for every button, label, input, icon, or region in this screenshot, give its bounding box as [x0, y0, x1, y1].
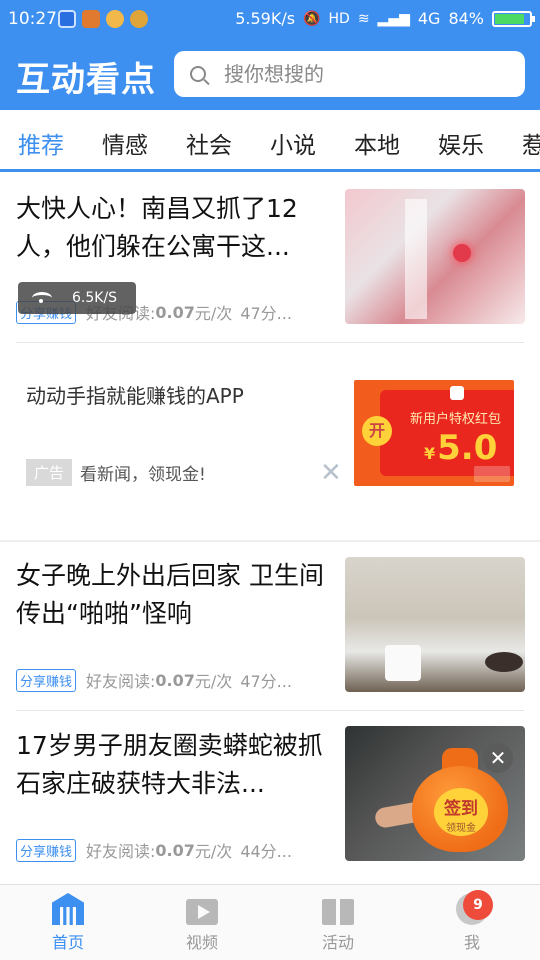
ad-image-headline: 新用户特权红包 [410, 412, 502, 427]
news-title[interactable]: 女子晚上外出后回家 卫生间传出“啪啪”怪响 [16, 557, 328, 633]
network-speed: 5.59K/s [235, 9, 296, 28]
nav-label: 我 [463, 933, 480, 952]
ad-watermark [474, 466, 510, 482]
signal-icon: ▂▄▆ [377, 10, 410, 27]
nav-label: 活动 [321, 933, 354, 952]
wifi-icon: ≋ [357, 10, 370, 27]
coin-notification-icon [130, 10, 148, 28]
tab-novel[interactable]: 小说 [270, 126, 316, 160]
read-unit: 元/次 [194, 672, 233, 691]
hd-icon: HD [328, 10, 350, 27]
checkin-subtext: 领现金 [446, 823, 476, 834]
battery-icon [492, 10, 535, 27]
app-title: 互动看点 [16, 60, 156, 100]
tab-society[interactable]: 社会 [186, 126, 232, 160]
wifi-icon [32, 292, 52, 304]
news-title[interactable]: 17岁男子朋友圈卖蟒蛇被抓 石家庄破获特大非法... [16, 727, 328, 803]
checkin-text: 签到 [444, 799, 478, 819]
read-unit: 元/次 [194, 842, 233, 861]
read-price: 0.07 [155, 670, 195, 690]
bottom-nav: 首页 视频 活动 我 [0, 884, 540, 960]
mute-icon: 🔕 [303, 10, 321, 27]
app-notification-icon [82, 10, 100, 28]
publish-time: 44分... [240, 842, 292, 861]
search-bar[interactable] [174, 51, 525, 97]
video-icon [186, 899, 218, 925]
speed-text: 6.5K/S [72, 290, 118, 306]
app2-notification-icon [106, 10, 124, 28]
ad-title[interactable]: 动动手指就能赚钱的APP [26, 380, 244, 409]
tab-emotion[interactable]: 情感 [102, 126, 148, 160]
nav-label: 视频 [185, 933, 218, 952]
read-price: 0.07 [155, 302, 195, 322]
battery-fill [495, 13, 524, 24]
app-header: 10:27 5.59K/s 🔕 HD ≋ ▂▄▆ 4G 84% 互动看点 [0, 0, 540, 110]
ad-image[interactable]: 开 新用户特权红包 ¥5.0 [354, 380, 514, 486]
read-price: 0.07 [155, 840, 195, 860]
section-divider [0, 540, 540, 542]
shield-notification-icon [58, 10, 76, 28]
news-title[interactable]: 大快人心！南昌又抓了12人，他们躲在公寓干这... [16, 190, 328, 266]
ad-image-amount: ¥5.0 [424, 428, 497, 468]
ad-meta: 广告 看新闻，领现金! [26, 459, 206, 486]
notification-icons [58, 10, 148, 28]
close-icon[interactable]: ✕ [320, 460, 342, 486]
network-type: 4G [417, 9, 441, 28]
amount-value: 5.0 [437, 428, 498, 468]
divider [16, 710, 524, 711]
publish-time: 47分... [240, 672, 292, 691]
tab-more[interactable]: 惹 [522, 126, 540, 160]
notification-badge: 9 [463, 890, 493, 920]
home-icon [52, 893, 84, 925]
nav-label: 首页 [51, 933, 84, 952]
currency-symbol: ¥ [424, 444, 436, 463]
read-label: 好友阅读: [86, 842, 156, 861]
gift-icon [322, 899, 354, 925]
news-thumbnail[interactable] [345, 189, 525, 324]
publish-time: 47分... [240, 304, 292, 323]
news-meta: 分享赚钱 好友阅读: 0.07 元/次 44分... [16, 838, 292, 862]
search-input[interactable] [224, 62, 504, 86]
status-bar: 10:27 5.59K/s 🔕 HD ≋ ▂▄▆ 4G 84% [0, 0, 540, 38]
divider [16, 342, 524, 343]
tab-local[interactable]: 本地 [354, 126, 400, 160]
nav-video[interactable]: 视频 [162, 893, 242, 953]
tab-recommend[interactable]: 推荐 [18, 126, 64, 160]
status-time: 10:27 [8, 9, 57, 29]
nav-activity[interactable]: 活动 [298, 893, 378, 953]
read-unit: 元/次 [194, 304, 233, 323]
status-right: 5.59K/s 🔕 HD ≋ ▂▄▆ 4G 84% [235, 9, 535, 28]
battery-percent: 84% [448, 9, 484, 28]
coin-icon: 开 [362, 416, 392, 446]
app-logo-icon [450, 386, 464, 400]
speed-overlay: 6.5K/S [18, 282, 136, 314]
read-label: 好友阅读: [86, 672, 156, 691]
share-earn-tag[interactable]: 分享赚钱 [16, 838, 77, 862]
ad-description: 看新闻，领现金! [80, 465, 206, 485]
news-thumbnail[interactable] [345, 557, 525, 692]
nav-home[interactable]: 首页 [28, 893, 108, 953]
search-icon [190, 66, 206, 82]
close-icon[interactable]: ✕ [483, 743, 513, 773]
ad-badge: 广告 [26, 459, 73, 486]
news-meta: 分享赚钱 好友阅读: 0.07 元/次 47分... [16, 668, 292, 692]
share-earn-tag[interactable]: 分享赚钱 [16, 668, 77, 692]
tab-entertainment[interactable]: 娱乐 [438, 126, 484, 160]
category-tabs: 推荐 情感 社会 小说 本地 娱乐 惹 [0, 110, 540, 172]
checkin-label: 签到 领现金 [434, 788, 488, 836]
